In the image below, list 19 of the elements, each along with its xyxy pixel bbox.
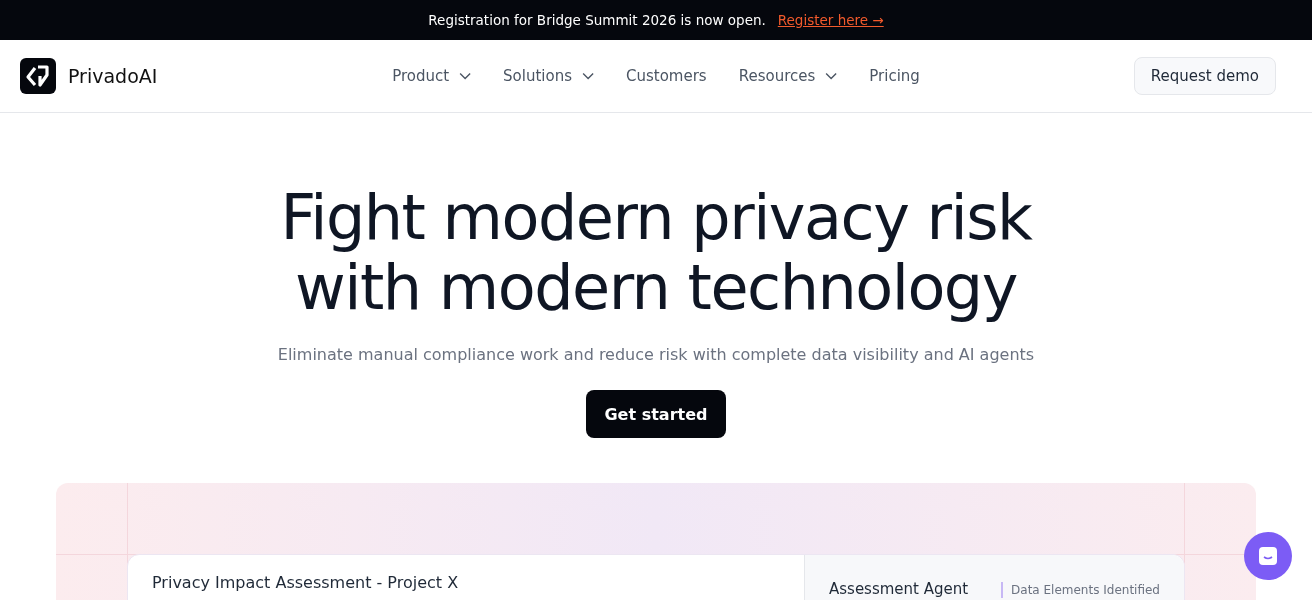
nav-link[interactable]: Pricing (869, 67, 920, 85)
chat-icon (1257, 545, 1279, 567)
brand-name[interactable]: PrivadoAI (68, 65, 158, 87)
agent-name: Assessment Agent (829, 581, 969, 597)
card-title: Privacy Impact Assessment - Project X (152, 573, 459, 592)
logo-icon[interactable] (20, 58, 56, 94)
hero-heading: Fight modern privacy risk (280, 183, 1032, 253)
nav-link[interactable]: Solutions (503, 67, 594, 85)
get-started-button[interactable]: Get started (586, 390, 726, 438)
request-demo-button[interactable]: Request demo (1133, 57, 1276, 95)
hero-subtitle: Eliminate manual compliance work and reduce risk with complete data visibility and AI agents (277, 345, 1035, 364)
register-link[interactable]: Register here → (777, 12, 884, 28)
chat-button[interactable] (1244, 532, 1292, 580)
status-label: Data Elements Identified (1001, 582, 1160, 598)
hero-heading: with modern technology (295, 253, 1017, 323)
nav-link[interactable]: Resources (738, 67, 838, 85)
nav-link[interactable]: Product (392, 67, 472, 85)
nav-link[interactable]: Customers (626, 67, 707, 85)
announcement-text: Registration for Bridge Summit 2026 is now open. (428, 12, 766, 28)
